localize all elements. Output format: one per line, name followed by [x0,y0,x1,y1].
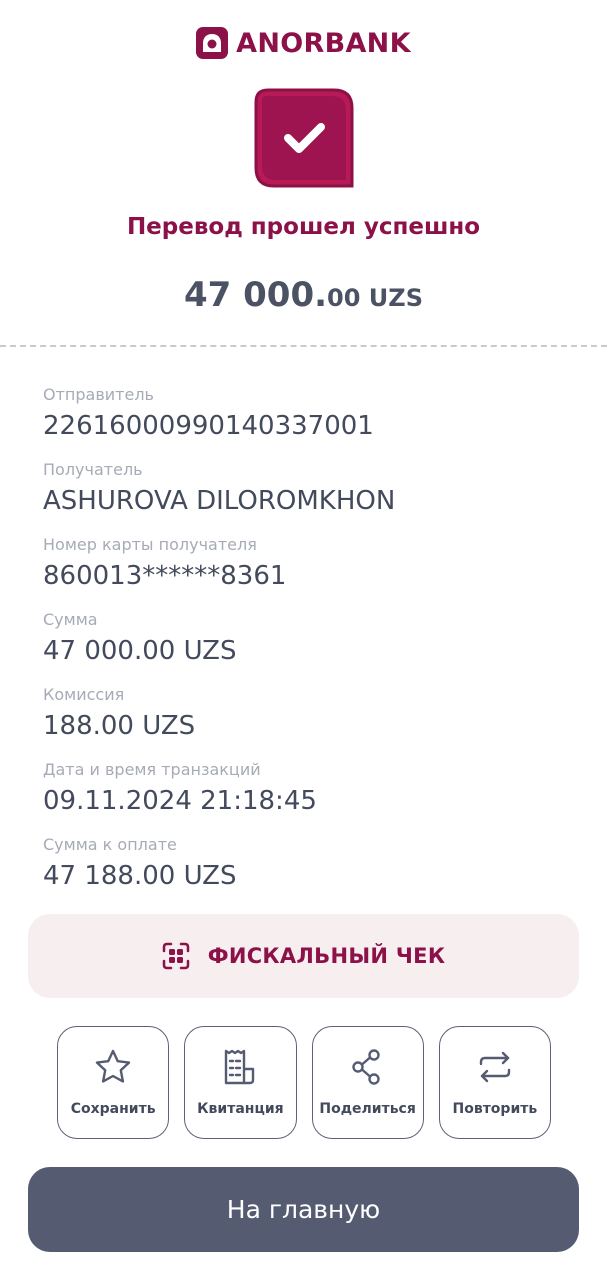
amount-integer: 47 000. [184,275,328,315]
star-icon [95,1049,131,1083]
field-recipient: Получатель ASHUROVA DILOROMKHON [43,458,573,533]
fiscal-receipt-button[interactable]: ФИСКАЛЬНЫЙ ЧЕК [28,914,579,998]
save-button[interactable]: Сохранить [57,1026,170,1139]
repeat-label: Повторить [452,1101,538,1117]
action-buttons: Сохранить Квитанция Поделиться Повторить [57,1026,551,1139]
amount-fraction: 00 UZS [327,284,423,312]
share-icon [351,1049,380,1085]
anorbank-logo-icon [196,27,229,59]
share-button[interactable]: Поделиться [311,1026,424,1139]
receipt-icon [225,1049,255,1085]
field-value: 47 000.00 UZS [43,636,237,666]
field-value: 188.00 UZS [43,711,196,741]
field-label: Получатель [43,460,143,479]
field-label: Комиссия [43,685,125,704]
save-label: Сохранить [70,1101,156,1117]
field-value: 860013******8361 [43,561,287,591]
home-button[interactable]: На главную [28,1167,579,1252]
field-label: Сумма к оплате [43,835,177,854]
fiscal-receipt-label: ФИСКАЛЬНЫЙ ЧЕК [207,944,446,968]
qr-icon [162,942,189,970]
field-sum: Сумма 47 000.00 UZS [43,608,573,683]
transfer-amount: 47 000.00 UZS [0,275,607,315]
field-value: 22616000990140337001 [43,411,374,441]
field-label: Сумма [43,610,98,629]
field-commission: Комиссия 188.00 UZS [43,683,573,758]
field-value: ASHUROVA DILOROMKHON [43,486,396,516]
dashed-divider [0,345,607,347]
check-icon [254,88,354,188]
field-value: 47 188.00 UZS [43,861,237,885]
field-value: 09.11.2024 21:18:45 [43,786,317,816]
field-sender: Отправитель 22616000990140337001 [43,383,573,458]
share-label: Поделиться [319,1101,416,1117]
field-label: Номер карты получателя [43,535,257,554]
repeat-button[interactable]: Повторить [438,1026,551,1139]
brand-name: ANORBANK [236,27,411,59]
field-recipient-card: Номер карты получателя 860013******8361 [43,533,573,608]
repeat-icon [479,1051,511,1083]
field-label: Дата и время транзакций [43,760,261,779]
field-label: Отправитель [43,385,154,404]
field-datetime: Дата и время транзакций 09.11.2024 21:18… [43,758,573,833]
field-total: Сумма к оплате 47 188.00 UZS [43,833,573,885]
bank-logo: ANORBANK [0,27,607,59]
transaction-details[interactable]: Отправитель 22616000990140337001 Получат… [43,383,573,885]
receipt-button[interactable]: Квитанция [184,1026,297,1139]
status-title: Перевод прошел успешно [126,214,481,240]
receipt-label: Квитанция [197,1101,284,1117]
home-button-label: На главную [226,1195,381,1224]
